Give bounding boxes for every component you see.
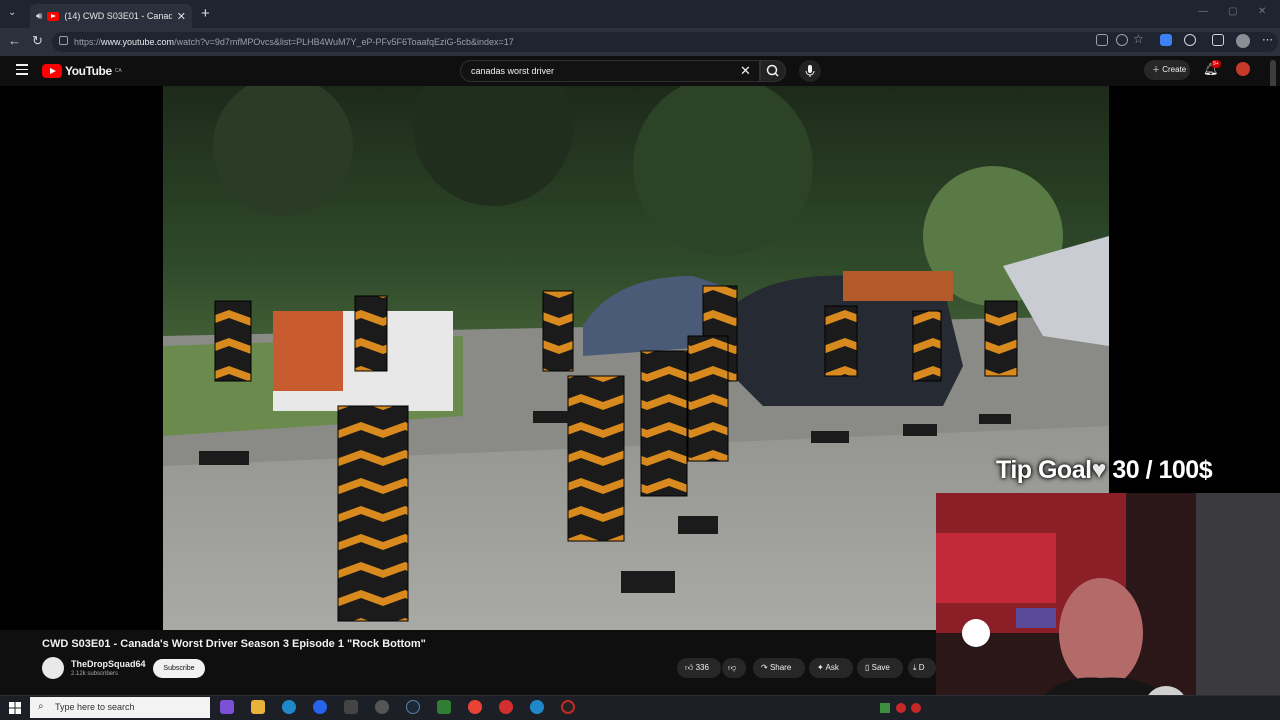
region-code: CA	[114, 68, 122, 74]
youtube-wordmark: YouTube	[65, 64, 112, 78]
sparkle-icon: ✦	[817, 663, 824, 672]
webcam-image	[936, 493, 1280, 720]
extension-icon[interactable]	[1160, 34, 1172, 46]
tab-list-chevron-icon[interactable]: ⌄	[8, 7, 16, 18]
share-label: Share	[769, 663, 792, 672]
share-button[interactable]: ↷ Share	[753, 658, 805, 678]
taskbar-app-icon[interactable]	[313, 700, 327, 714]
download-button[interactable]: ⤓ D	[908, 658, 936, 678]
new-tab-button[interactable]: +	[201, 5, 210, 22]
tip-goal-label: Tip Goal	[996, 456, 1092, 484]
windows-start-icon[interactable]	[9, 701, 21, 714]
ask-label: Ask	[825, 663, 839, 672]
youtube-logo[interactable]: YouTube CA	[42, 64, 122, 78]
close-window-icon[interactable]: ✕	[1258, 6, 1266, 17]
sync-icon[interactable]	[1184, 34, 1196, 46]
like-button[interactable]: 👍︎ 336	[677, 658, 721, 678]
tray-icon[interactable]	[911, 703, 921, 713]
bookmark-icon: ▯	[865, 663, 870, 672]
speaker-icon[interactable]: 🔊︎	[36, 11, 42, 22]
thumbs-down-icon: 👎︎	[728, 663, 737, 672]
taskbar-app-icon[interactable]	[499, 700, 513, 714]
notification-badge: 9+	[1211, 60, 1221, 68]
search-icon	[766, 64, 779, 77]
heart-icon: ♥	[1091, 456, 1107, 484]
dislike-button[interactable]: 👎︎	[722, 658, 746, 678]
profile-avatar-icon[interactable]	[1236, 34, 1250, 48]
browser-tab-active[interactable]: 🔊︎ (14) CWD S03E01 - Canada's ✕	[30, 4, 192, 28]
taskbar-search-icon: ⌕	[38, 701, 44, 712]
create-label: Create	[1162, 65, 1187, 74]
chrome-icon[interactable]	[468, 700, 482, 714]
hamburger-menu-icon[interactable]	[16, 64, 28, 78]
minimize-icon[interactable]: —	[1198, 6, 1208, 17]
taskbar-app-icon[interactable]	[220, 700, 234, 714]
share-icon: ↷	[761, 663, 768, 672]
account-avatar[interactable]	[1236, 62, 1250, 76]
zoom-icon[interactable]	[1116, 34, 1128, 46]
settings-gear-icon[interactable]	[375, 700, 389, 714]
video-title: CWD S03E01 - Canada's Worst Driver Seaso…	[42, 638, 426, 650]
search-input[interactable]: canadas worst driver	[460, 60, 760, 82]
url-path: /watch?v=9d7mfMPOvcs&list=PLHB4WuM7Y_eP-…	[174, 37, 514, 47]
tip-goal-overlay: Tip Goal♥ 30 / 100$	[996, 456, 1213, 485]
create-button[interactable]: ＋ Create	[1144, 60, 1190, 80]
close-tab-icon[interactable]: ✕	[177, 10, 186, 23]
subscribe-button[interactable]: Subscribe	[153, 659, 205, 678]
download-icon: ⤓	[913, 663, 917, 672]
tip-goal-value: 30 / 100$	[1112, 456, 1213, 484]
like-count: 336	[695, 663, 709, 672]
extensions-puzzle-icon[interactable]	[1212, 34, 1224, 46]
url-field[interactable]: https://www.youtube.com/watch?v=9d7mfMPO…	[52, 32, 1278, 52]
maximize-icon[interactable]: ▢	[1228, 6, 1237, 17]
taskbar-app-icon[interactable]	[344, 700, 358, 714]
download-label: D	[918, 663, 925, 672]
channel-name[interactable]: TheDropSquad64	[71, 659, 146, 669]
clear-search-icon[interactable]: ✕	[740, 63, 751, 79]
steam-icon[interactable]	[406, 700, 420, 714]
search-button[interactable]	[760, 60, 786, 82]
obs-icon[interactable]	[561, 700, 575, 714]
webcam-overlay	[936, 493, 1280, 720]
tray-icon[interactable]	[880, 703, 890, 713]
save-button[interactable]: ▯ Save	[857, 658, 903, 678]
subscriber-count: 2.12k subscribers	[71, 671, 119, 677]
ask-button[interactable]: ✦ Ask	[809, 658, 853, 678]
more-menu-icon[interactable]: ⋯	[1262, 33, 1273, 46]
tab-title: (14) CWD S03E01 - Canada's	[64, 11, 172, 21]
tray-icon[interactable]	[896, 703, 906, 713]
youtube-favicon-icon	[47, 11, 60, 21]
apps-icon[interactable]	[1096, 34, 1108, 46]
edge-browser-icon[interactable]	[282, 700, 296, 714]
voice-search-button[interactable]	[799, 60, 821, 82]
save-label: Save	[871, 663, 890, 672]
channel-avatar[interactable]	[42, 657, 64, 679]
reload-icon[interactable]: ↻	[32, 33, 43, 49]
taskbar-search-input[interactable]: Type here to search	[30, 697, 210, 718]
url-host: www.youtube.com	[101, 37, 175, 47]
thumbs-up-icon: 👍︎	[685, 663, 694, 672]
browser-tab-bar	[0, 0, 1280, 28]
file-explorer-icon[interactable]	[251, 700, 265, 714]
url-scheme: https://	[74, 37, 102, 47]
taskbar-app-icon[interactable]	[437, 700, 451, 714]
microphone-icon	[805, 65, 815, 77]
taskbar-app-icon[interactable]	[530, 700, 544, 714]
site-info-icon[interactable]	[59, 36, 68, 45]
plus-icon: ＋	[1152, 65, 1160, 74]
youtube-play-icon	[42, 64, 62, 78]
back-icon[interactable]: ←	[8, 33, 21, 48]
favorite-star-icon[interactable]: ☆	[1133, 32, 1144, 46]
